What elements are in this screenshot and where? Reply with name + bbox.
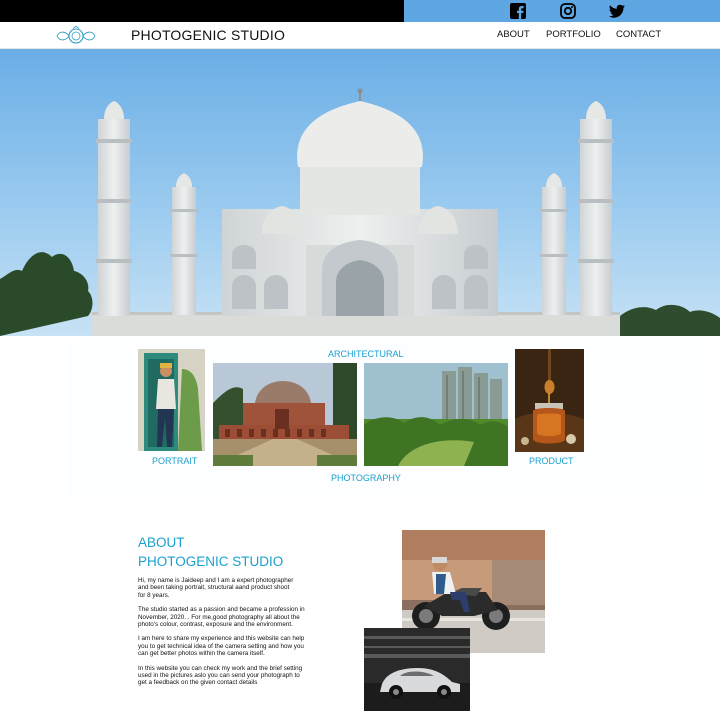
- portrait-photo[interactable]: [138, 349, 205, 451]
- category-product[interactable]: PRODUCT: [529, 456, 574, 466]
- nav-contact[interactable]: CONTACT: [616, 29, 661, 40]
- architecture-city-photo[interactable]: [364, 363, 508, 466]
- twitter-icon[interactable]: [608, 2, 626, 20]
- studio-logo[interactable]: [54, 25, 98, 47]
- nav-portfolio[interactable]: PORTFOLIO: [546, 29, 601, 40]
- hero-image: [0, 49, 720, 336]
- about-paragraph: In this website you can check my work an…: [138, 664, 303, 687]
- about-text: Hi, my name is Jaideep and I am a expert…: [138, 577, 328, 694]
- about-title: ABOUT: [138, 535, 185, 550]
- product-photo[interactable]: [515, 349, 584, 452]
- category-photography[interactable]: PHOTOGRAPHY: [331, 473, 401, 483]
- architecture-photo[interactable]: [213, 363, 357, 466]
- nav-bar: PHOTOGENIC STUDIO ABOUT PORTFOLIO CONTAC…: [0, 22, 720, 49]
- category-portrait[interactable]: PORTRAIT: [152, 456, 197, 466]
- facebook-icon[interactable]: [509, 2, 527, 20]
- about-paragraph: I am here to share my experience and thi…: [138, 635, 305, 658]
- car-photo: [364, 628, 470, 711]
- category-architectural[interactable]: ARCHITECTURAL: [328, 349, 404, 359]
- brand-name: PHOTOGENIC STUDIO: [131, 27, 286, 43]
- about-paragraph: The studio started as a passion and beca…: [138, 606, 305, 629]
- instagram-icon[interactable]: [559, 2, 577, 20]
- nav-about[interactable]: ABOUT: [497, 29, 530, 40]
- top-bar: [0, 0, 720, 22]
- about-subtitle: PHOTOGENIC STUDIO: [138, 554, 284, 569]
- about-paragraph: Hi, my name is Jaideep and I am a expert…: [138, 577, 294, 599]
